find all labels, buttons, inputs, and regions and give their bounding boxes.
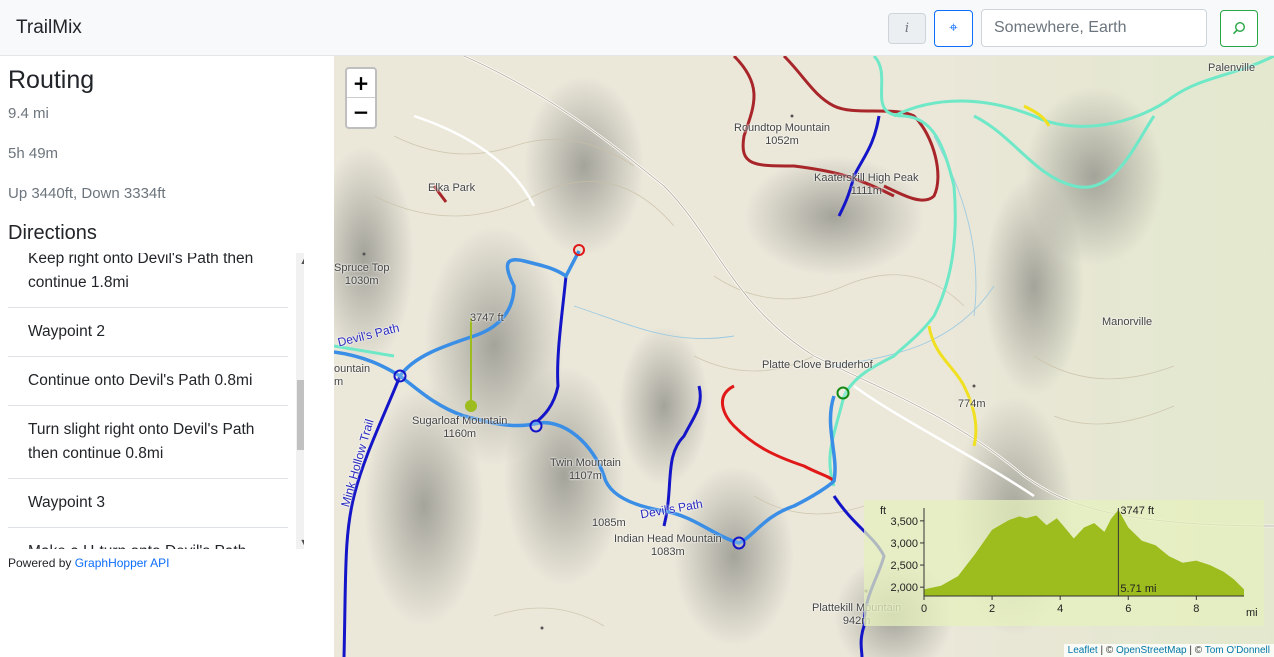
elevation-marker-x-label: 5.71 mi (1120, 583, 1156, 595)
leaflet-link[interactable]: Leaflet (1068, 645, 1098, 656)
search-icon (1232, 22, 1246, 35)
routing-title: Routing (8, 66, 95, 94)
y-axis-label: ft (880, 505, 886, 517)
directions-scrollbar[interactable]: ▲ ▼ (296, 253, 304, 549)
x-tick-label: 4 (1057, 603, 1063, 615)
direction-item[interactable]: Continue onto Devil's Path 0.8mi (8, 357, 288, 406)
app-brand[interactable]: TrailMix (16, 17, 82, 39)
zoom-control: + − (345, 67, 377, 129)
direction-item[interactable]: Turn slight right onto Devil's Path then… (8, 406, 288, 479)
x-tick-label: 8 (1193, 603, 1199, 615)
elevation-area (924, 509, 1244, 596)
map-label: 774m (958, 398, 986, 410)
map[interactable]: + − Roundtop Mountain 1052m Kaaterskill H… (334, 56, 1274, 657)
info-button[interactable]: i (888, 13, 926, 44)
y-tick-label: 2,000 (890, 582, 918, 594)
scroll-down-icon[interactable]: ▼ (296, 534, 304, 549)
osm-link[interactable]: OpenStreetMap (1116, 645, 1187, 656)
location-search-input[interactable] (981, 9, 1207, 47)
map-label: Twin Mountain 1107m (550, 457, 621, 482)
author-link[interactable]: Tom O'Donnell (1205, 645, 1270, 656)
navbar: TrailMix i ⌖ (0, 0, 1274, 56)
map-label: Platte Clove Bruderhof (762, 359, 873, 371)
map-label: ountain m (334, 363, 371, 388)
x-tick-label: 2 (989, 603, 995, 615)
scroll-up-icon[interactable]: ▲ (296, 253, 304, 269)
map-label: Palenville (1208, 62, 1256, 74)
map-label: 1085m (592, 517, 626, 529)
directions-title: Directions (8, 222, 97, 244)
map-label: Kaaterskill High Peak 1111m (814, 172, 919, 197)
direction-item[interactable]: Keep right onto Devil's Path then contin… (8, 253, 288, 308)
map-attribution: Leaflet | © OpenStreetMap | © Tom O'Donn… (1063, 644, 1274, 657)
map-label: Sugarloaf Mountain 1160m (412, 415, 508, 440)
map-label: Elka Park (428, 182, 476, 194)
route-ascent-descent: Up 3440ft, Down 3334ft (8, 185, 166, 202)
y-tick-label: 2,500 (890, 560, 918, 572)
sidebar: Routing 9.4 mi 5h 49m Up 3440ft, Down 33… (0, 56, 334, 657)
zoom-in-button[interactable]: + (347, 69, 375, 98)
direction-item[interactable]: Make a U-turn onto Devil's Path (8, 528, 288, 549)
elevation-marker-y-label: 3747 ft (1120, 505, 1154, 517)
crosshair-icon: ⌖ (949, 19, 958, 36)
graphhopper-link[interactable]: GraphHopper API (75, 556, 170, 570)
map-label: Indian Head Mountain 1083m (614, 533, 722, 558)
scrollbar-thumb[interactable] (297, 380, 304, 450)
x-axis-label: mi (1246, 607, 1258, 619)
elevation-marker-label: 3747 ft (470, 312, 504, 324)
x-tick-label: 0 (921, 603, 927, 615)
y-tick-label: 3,500 (890, 516, 918, 528)
map-label: Manorville (1102, 316, 1153, 328)
route-distance: 9.4 mi (8, 105, 49, 122)
x-tick-label: 6 (1125, 603, 1131, 615)
map-label: Spruce Top 1030m (334, 262, 390, 287)
locate-button[interactable]: ⌖ (934, 10, 973, 47)
route-duration: 5h 49m (8, 145, 59, 162)
zoom-out-button[interactable]: − (347, 98, 375, 127)
directions-scroll-area[interactable]: Keep right onto Devil's Path then contin… (8, 252, 304, 549)
elevation-chart: 2,000 2,500 3,000 3,500 0 2 4 6 8 ft mi 3747 ft 5.71… (880, 505, 1258, 619)
direction-item[interactable]: Waypoint 2 (8, 308, 288, 357)
directions-list: Keep right onto Devil's Path then contin… (8, 253, 288, 549)
search-button[interactable] (1220, 10, 1258, 47)
map-label: Roundtop Mountain 1052m (734, 122, 831, 147)
direction-item[interactable]: Waypoint 3 (8, 479, 288, 528)
elevation-profile[interactable]: 2,000 2,500 3,000 3,500 0 2 4 6 8 ft mi 3747 ft 5.71… (864, 500, 1264, 626)
powered-by: Powered by GraphHopper API (8, 556, 170, 570)
y-tick-label: 3,000 (890, 538, 918, 550)
